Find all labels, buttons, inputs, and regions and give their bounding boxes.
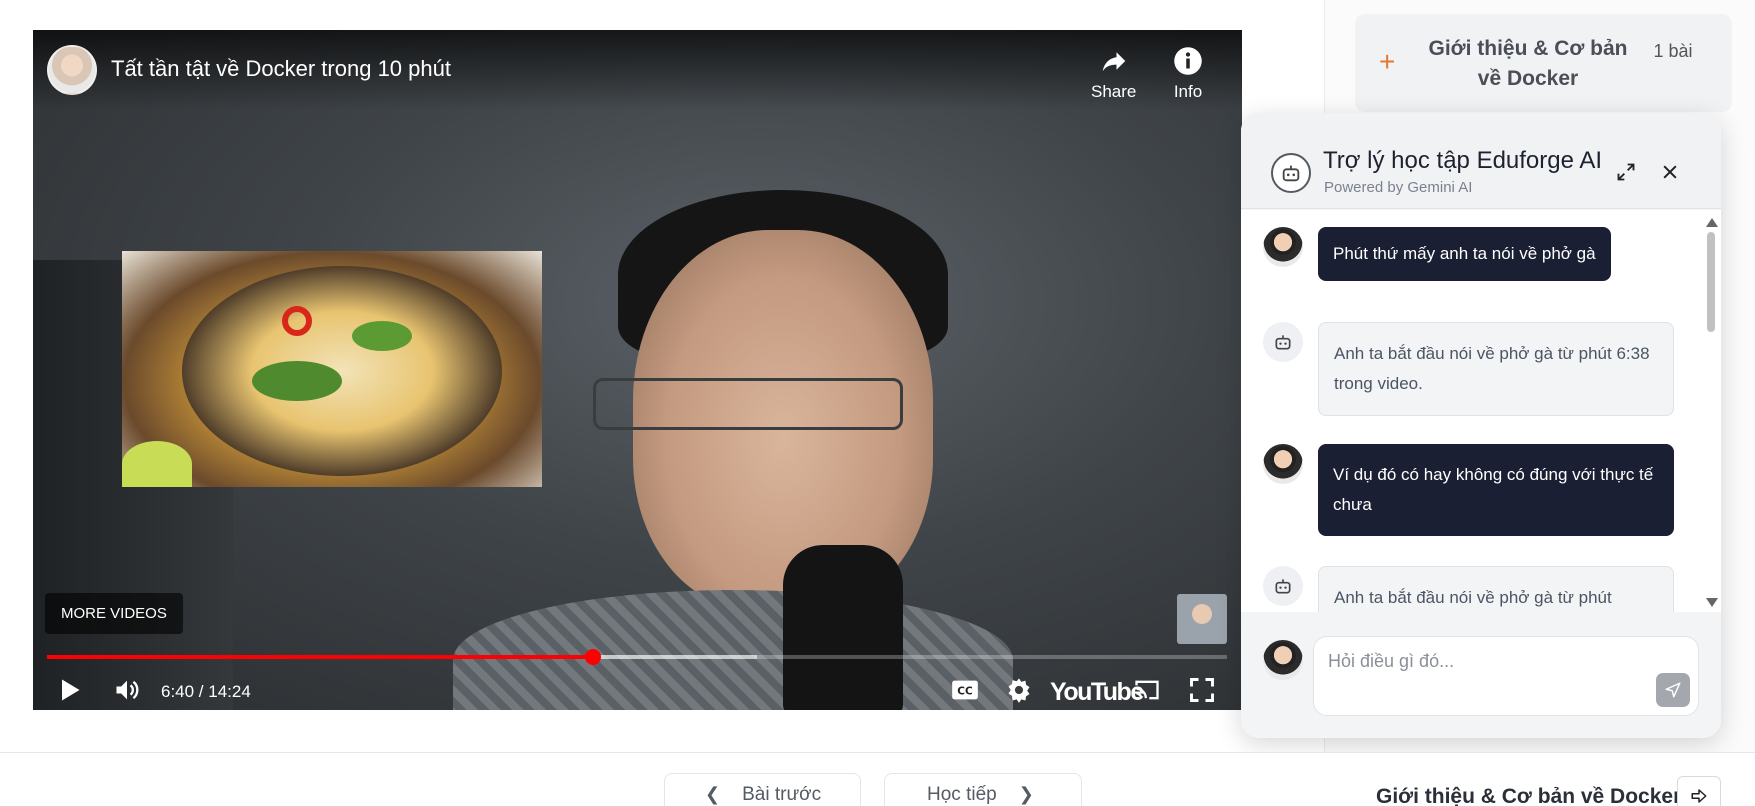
- current-module-title: Giới thiệu & Cơ bản về Docker: [1376, 785, 1682, 806]
- svg-text:CC: CC: [957, 686, 973, 698]
- cast-icon: [1135, 680, 1159, 700]
- player-controls: 6:40 / 14:24 CC YouTube: [33, 670, 1242, 710]
- prev-lesson-button[interactable]: ❮ Bài trước: [664, 773, 861, 806]
- cast-button[interactable]: [1133, 676, 1161, 704]
- plus-icon: +: [1379, 46, 1396, 77]
- youtube-logo[interactable]: YouTube: [1050, 678, 1144, 707]
- chevron-right-icon: ❯: [1018, 784, 1034, 804]
- fullscreen-icon: [1190, 678, 1214, 702]
- share-label: Share: [1091, 82, 1137, 101]
- close-chat-button[interactable]: [1657, 159, 1683, 185]
- chevron-left-icon: ❮: [705, 784, 721, 804]
- play-icon: [62, 679, 80, 701]
- lesson-nav-bar: ❮ Bài trước Học tiếp ❯ Giới thiệu & Cơ b…: [0, 752, 1755, 806]
- send-button[interactable]: [1656, 673, 1690, 707]
- progress-bar[interactable]: [47, 649, 1227, 665]
- robot-icon: [1282, 165, 1300, 182]
- bot-avatar: [1271, 153, 1311, 193]
- close-icon: [1663, 165, 1677, 179]
- volume-icon: [116, 680, 139, 700]
- chat-input-box[interactable]: [1313, 636, 1699, 716]
- info-button[interactable]: Info: [1173, 46, 1203, 102]
- video-title[interactable]: Tất tần tật về Docker trong 10 phút: [111, 56, 451, 82]
- share-icon: [1102, 52, 1125, 71]
- captions-button[interactable]: CC: [951, 676, 979, 704]
- app-root: Tất tần tật về Docker trong 10 phút Shar…: [0, 0, 1755, 806]
- chat-message: Anh ta bắt đầu nói về phở gà từ phút 6:3…: [1263, 322, 1683, 424]
- bot-avatar: [1263, 322, 1303, 362]
- chat-message: Ví dụ đó có hay không có đúng với thực t…: [1263, 444, 1683, 546]
- next-lesson-label: Học tiếp: [927, 784, 997, 805]
- more-videos-button[interactable]: MORE VIDEOS: [45, 593, 183, 634]
- chat-message: Anh ta bắt đầu nói về phở gà từ phút: [1263, 566, 1683, 612]
- chat-message: Phút thứ mấy anh ta nói về phở gà: [1263, 227, 1683, 301]
- play-button[interactable]: [55, 676, 83, 704]
- module-lesson-count: 1 bài: [1653, 41, 1693, 61]
- robot-icon: [1275, 579, 1291, 594]
- cc-icon: CC: [952, 680, 978, 700]
- volume-button[interactable]: [113, 676, 141, 704]
- chat-input-area: [1241, 612, 1721, 738]
- gear-icon: [1008, 678, 1030, 703]
- expand-icon: [1617, 163, 1635, 181]
- module-item[interactable]: + Giới thiệu & Cơ bản về Docker 1 bài: [1355, 14, 1732, 112]
- chat-input[interactable]: [1328, 651, 1628, 672]
- module-nav-button[interactable]: [1677, 776, 1721, 806]
- channel-avatar[interactable]: [47, 45, 97, 95]
- end-screen-thumbnail[interactable]: [1177, 594, 1227, 644]
- ai-chat-panel: Trợ lý học tập Eduforge AI Powered by Ge…: [1241, 113, 1721, 738]
- share-button[interactable]: Share: [1091, 46, 1136, 102]
- send-icon: [1665, 682, 1681, 698]
- user-avatar: [1263, 227, 1303, 267]
- chat-subtitle: Powered by Gemini AI: [1324, 179, 1473, 196]
- time-display: 6:40 / 14:24: [161, 682, 251, 701]
- chat-title: Trợ lý học tập Eduforge AI: [1323, 147, 1602, 174]
- bot-message-bubble: Anh ta bắt đầu nói về phở gà từ phút 6:3…: [1318, 322, 1674, 416]
- pho-ga-image: [122, 251, 542, 487]
- module-title: Giới thiệu & Cơ bản về Docker: [1428, 37, 1628, 90]
- prev-lesson-label: Bài trước: [742, 784, 822, 805]
- video-player[interactable]: Tất tần tật về Docker trong 10 phút Shar…: [33, 30, 1242, 710]
- user-message-bubble: Ví dụ đó có hay không có đúng với thực t…: [1318, 444, 1674, 536]
- settings-button[interactable]: [1005, 676, 1033, 704]
- info-icon: [1174, 47, 1202, 75]
- user-message-bubble: Phút thứ mấy anh ta nói về phở gà: [1318, 227, 1611, 281]
- scrollbar-thumb[interactable]: [1707, 232, 1715, 332]
- robot-icon: [1275, 335, 1291, 350]
- played-bar: [47, 655, 594, 659]
- chat-message-list[interactable]: Phút thứ mấy anh ta nói về phở gà Anh ta…: [1241, 210, 1721, 612]
- info-label: Info: [1173, 82, 1203, 101]
- chat-header: Trợ lý học tập Eduforge AI Powered by Ge…: [1241, 113, 1721, 209]
- user-avatar: [1263, 444, 1303, 484]
- scroll-down-arrow[interactable]: [1706, 598, 1718, 607]
- expand-chat-button[interactable]: [1613, 159, 1639, 185]
- chat-scrollbar[interactable]: [1703, 210, 1719, 612]
- bot-avatar: [1263, 566, 1303, 606]
- user-avatar: [1263, 640, 1303, 680]
- fullscreen-button[interactable]: [1188, 676, 1216, 704]
- bot-message-bubble: Anh ta bắt đầu nói về phở gà từ phút: [1318, 566, 1674, 612]
- next-lesson-button[interactable]: Học tiếp ❯: [884, 773, 1082, 806]
- arrow-right-icon: [1691, 789, 1707, 803]
- scroll-up-arrow[interactable]: [1706, 218, 1718, 227]
